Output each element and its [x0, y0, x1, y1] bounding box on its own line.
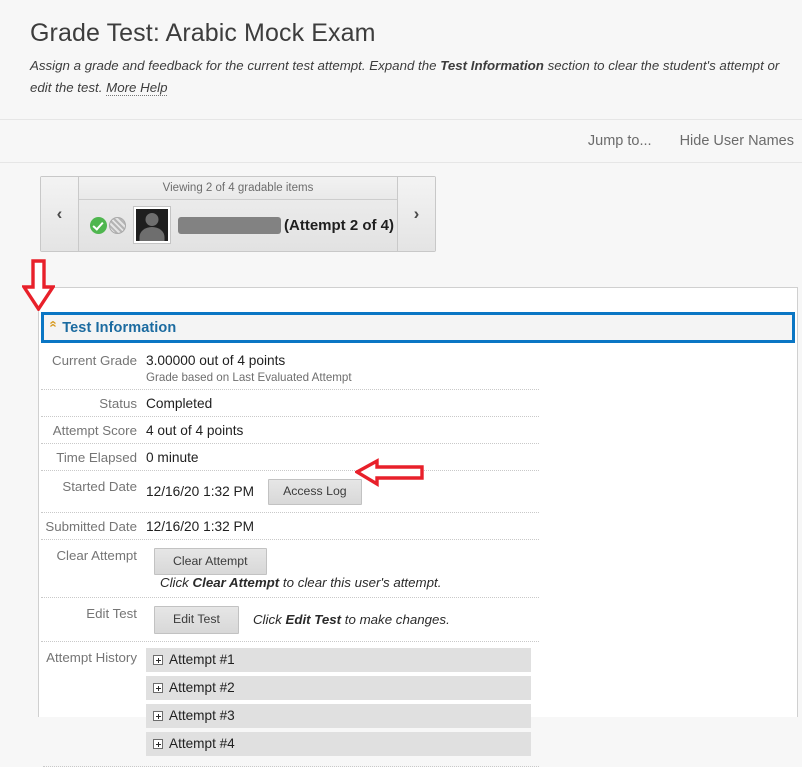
clear-help-bold: Clear Attempt — [192, 575, 280, 591]
row-label: Submitted Date — [45, 518, 137, 534]
list-item[interactable]: Attempt #4 — [146, 731, 531, 756]
page-title: Grade Test: Arabic Mock Exam — [30, 19, 376, 47]
expand-plus-icon[interactable] — [153, 654, 163, 665]
current-grade-note: Grade based on Last Evaluated Attempt — [146, 371, 352, 384]
clear-attempt-button[interactable]: Clear Attempt — [154, 547, 267, 576]
chevron-right-icon: › — [413, 203, 420, 223]
row-value: Edit Test Click Edit Test to make change… — [146, 605, 539, 634]
attempt-item-label: Attempt #3 — [169, 708, 235, 724]
table-row: Clear Attempt Clear Attempt Click Clear … — [41, 540, 539, 599]
row-value: 3.00000 out of 4 points Grade based on L… — [146, 352, 539, 384]
table-row: Started Date 12/16/20 1:32 PM Access Log — [41, 471, 539, 513]
edit-help-bold: Edit Test — [285, 612, 342, 628]
attempt-history-label: Attempt History — [46, 649, 137, 665]
attempt-item-label: Attempt #4 — [169, 736, 235, 752]
more-help-link[interactable]: More Help — [106, 79, 168, 96]
next-student-button[interactable]: › — [397, 176, 435, 251]
attempt-history-row: Attempt History Attempt #1 Attempt #2 At… — [41, 642, 539, 760]
edit-help-post: to make changes. — [341, 612, 450, 628]
submitted-date-value: 12/16/20 1:32 PM — [146, 518, 255, 534]
attempt-indicator: (Attempt 2 of 4) — [284, 216, 394, 234]
previous-student-button[interactable]: ‹ — [41, 176, 79, 251]
table-row: Attempt Score 4 out of 4 points — [41, 417, 539, 444]
row-label: Clear Attempt — [56, 547, 137, 563]
row-label: Edit Test — [86, 606, 137, 622]
time-elapsed-value: 0 minute — [146, 450, 199, 465]
edit-test-button[interactable]: Edit Test — [154, 606, 239, 634]
row-label: Attempt Score — [52, 423, 137, 438]
student-name-redacted — [178, 216, 281, 234]
page-description-emphasis: Test Information — [440, 58, 544, 73]
attempt-history-list: Attempt #1 Attempt #2 Attempt #3 Attempt… — [146, 647, 531, 760]
chevron-left-icon: ‹ — [56, 203, 63, 223]
edit-test-help: Click Edit Test to make changes. — [253, 612, 450, 627]
jump-to-button[interactable]: Jump to... — [574, 133, 666, 149]
student-nav-wrapper: ‹ Viewing 2 of 4 gradable items (Attempt… — [0, 163, 802, 252]
user-avatar-icon — [133, 206, 171, 245]
content-panel: » Test Information Current Grade 3.00000… — [38, 287, 798, 767]
double-chevron-up-icon[interactable]: » — [45, 321, 60, 327]
table-row: Status Completed — [41, 390, 539, 417]
page-description: Assign a grade and feedback for the curr… — [30, 55, 800, 99]
current-grade-value: 3.00000 out of 4 points — [146, 353, 286, 368]
clear-help-post: to clear this user's attempt. — [279, 575, 442, 591]
clear-help-pre: Click — [160, 575, 193, 591]
row-label: Time Elapsed — [56, 450, 137, 465]
attempt-score-value: 4 out of 4 points — [146, 423, 244, 438]
test-information-details: Current Grade 3.00000 out of 4 points Gr… — [41, 343, 797, 767]
list-item[interactable]: Attempt #1 — [146, 647, 531, 672]
student-nav-widget: ‹ Viewing 2 of 4 gradable items (Attempt… — [40, 175, 436, 252]
hatched-circle-icon — [109, 216, 126, 234]
section-title: Test Information — [62, 319, 177, 336]
expand-plus-icon[interactable] — [153, 682, 163, 693]
table-row: Submitted Date 12/16/20 1:32 PM — [41, 513, 539, 540]
started-date-value: 12/16/20 1:32 PM — [146, 484, 255, 500]
student-nav-center: Viewing 2 of 4 gradable items (Attempt 2… — [79, 176, 397, 251]
table-row: Time Elapsed 0 minute — [41, 444, 539, 471]
clear-attempt-help: Click Clear Attempt to clear this user's… — [160, 575, 441, 590]
access-log-button[interactable]: Access Log — [268, 479, 362, 505]
hide-user-names-button[interactable]: Hide User Names — [666, 133, 796, 149]
student-nav-body: (Attempt 2 of 4) — [79, 200, 397, 251]
attempt-item-label: Attempt #2 — [169, 680, 235, 696]
row-label: Status — [99, 396, 137, 411]
row-label: Current Grade — [52, 353, 137, 368]
attempt-item-label: Attempt #1 — [169, 652, 235, 668]
edit-help-pre: Click — [252, 612, 286, 628]
viewing-count-label: Viewing 2 of 4 gradable items — [79, 176, 397, 200]
list-item[interactable]: Attempt #2 — [146, 675, 531, 700]
expand-plus-icon[interactable] — [153, 710, 163, 721]
test-information-section-header[interactable]: » Test Information — [41, 312, 795, 343]
green-check-icon — [90, 216, 107, 234]
row-label: Started Date — [62, 479, 137, 494]
history-divider — [43, 765, 539, 767]
expand-plus-icon[interactable] — [153, 738, 163, 749]
action-bar: Jump to... Hide User Names — [0, 119, 802, 162]
page-header: Grade Test: Arabic Mock Exam Assign a gr… — [0, 0, 802, 99]
row-value: 12/16/20 1:32 PM Access Log — [146, 478, 539, 505]
list-item[interactable]: Attempt #3 — [146, 703, 531, 728]
table-row: Current Grade 3.00000 out of 4 points Gr… — [41, 347, 539, 390]
page-description-part1: Assign a grade and feedback for the curr… — [30, 58, 441, 73]
table-row: Edit Test Edit Test Click Edit Test to m… — [41, 598, 539, 642]
row-value: Clear Attempt Click Clear Attempt to cle… — [146, 547, 539, 590]
status-value: Completed — [146, 396, 213, 411]
